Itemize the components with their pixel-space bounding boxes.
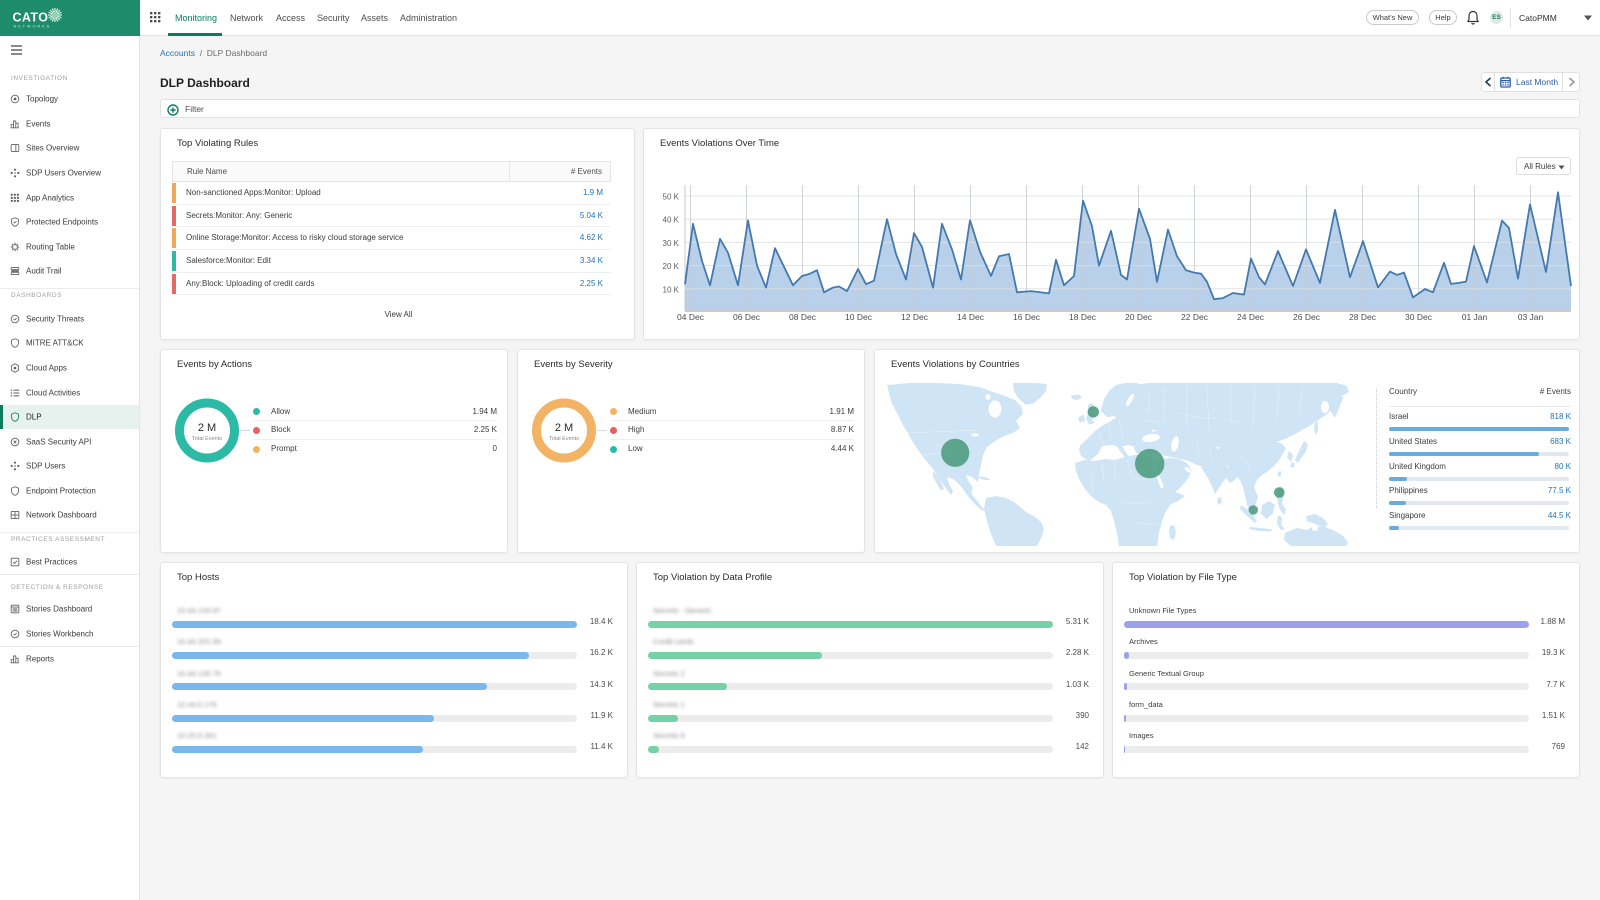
svg-text:10 K: 10 K	[663, 285, 680, 294]
svg-text:30 K: 30 K	[663, 239, 680, 248]
svg-text:20 K: 20 K	[663, 262, 680, 271]
svg-text:03 Jan: 03 Jan	[1518, 312, 1544, 322]
svg-text:08 Dec: 08 Dec	[789, 312, 817, 322]
svg-text:22 Dec: 22 Dec	[1181, 312, 1209, 322]
svg-text:01 Jan: 01 Jan	[1462, 312, 1488, 322]
svg-text:14 Dec: 14 Dec	[957, 312, 985, 322]
svg-text:10 Dec: 10 Dec	[845, 312, 873, 322]
svg-text:20 Dec: 20 Dec	[1125, 312, 1153, 322]
svg-text:06 Dec: 06 Dec	[733, 312, 761, 322]
svg-text:26 Dec: 26 Dec	[1293, 312, 1321, 322]
svg-text:50 K: 50 K	[663, 193, 680, 202]
svg-text:40 K: 40 K	[663, 216, 680, 225]
svg-text:18 Dec: 18 Dec	[1069, 312, 1097, 322]
svg-text:28 Dec: 28 Dec	[1349, 312, 1377, 322]
svg-text:30 Dec: 30 Dec	[1405, 312, 1433, 322]
svg-text:16 Dec: 16 Dec	[1013, 312, 1041, 322]
svg-text:24 Dec: 24 Dec	[1237, 312, 1265, 322]
svg-text:12 Dec: 12 Dec	[901, 312, 929, 322]
svg-text:04 Dec: 04 Dec	[677, 312, 705, 322]
